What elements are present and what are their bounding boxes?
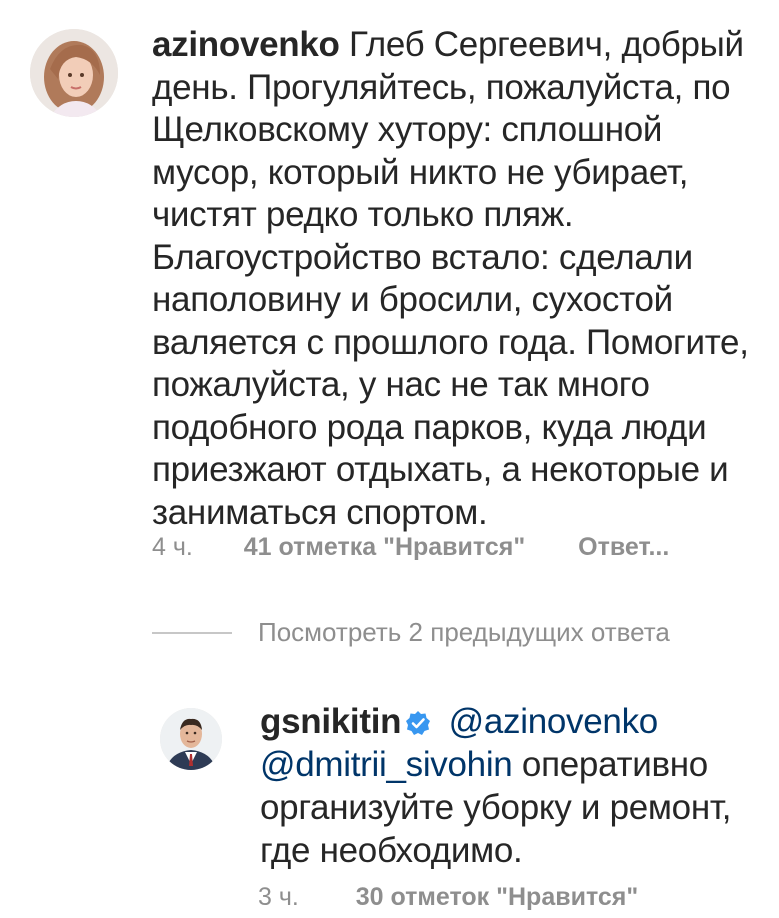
verified-badge-icon [405,710,431,736]
commenter-avatar-image [30,29,118,117]
comment-time[interactable]: 4 ч. [152,533,193,561]
comment-meta: 4 ч. 41 отметка "Нравится" Ответ... [152,533,669,562]
comment-body: azinovenko Глеб Сергеевич, добрый день. … [152,24,772,534]
comment-reply-button[interactable]: Ответ... [578,533,669,561]
reply-avatar-image [160,708,222,770]
reply-likes[interactable]: 30 отметок "Нравится" [356,883,638,911]
reply-username[interactable]: gsnikitin [260,702,402,741]
reply-time[interactable]: 3 ч. [258,883,299,911]
reply-avatar[interactable] [160,708,222,770]
mention-azinovenko[interactable]: @azinovenko [449,702,659,741]
reply-meta: 3 ч. 30 отметок "Нравится" [258,883,638,912]
view-replies-label[interactable]: Посмотреть 2 предыдущих ответа [258,617,670,648]
view-previous-replies[interactable]: Посмотреть 2 предыдущих ответа [152,617,670,648]
reply-body: gsnikitin @azinovenko @dmitrii_sivohin о… [260,700,770,872]
mention-dmitrii-sivohin[interactable]: @dmitrii_sivohin [260,745,513,784]
commenter-username[interactable]: azinovenko [152,25,340,64]
commenter-avatar[interactable] [30,29,118,117]
replies-divider [152,631,232,634]
comment-likes[interactable]: 41 отметка "Нравится" [244,533,525,561]
comment-text: Глеб Сергеевич, добрый день. Прогуляйтес… [152,25,749,532]
